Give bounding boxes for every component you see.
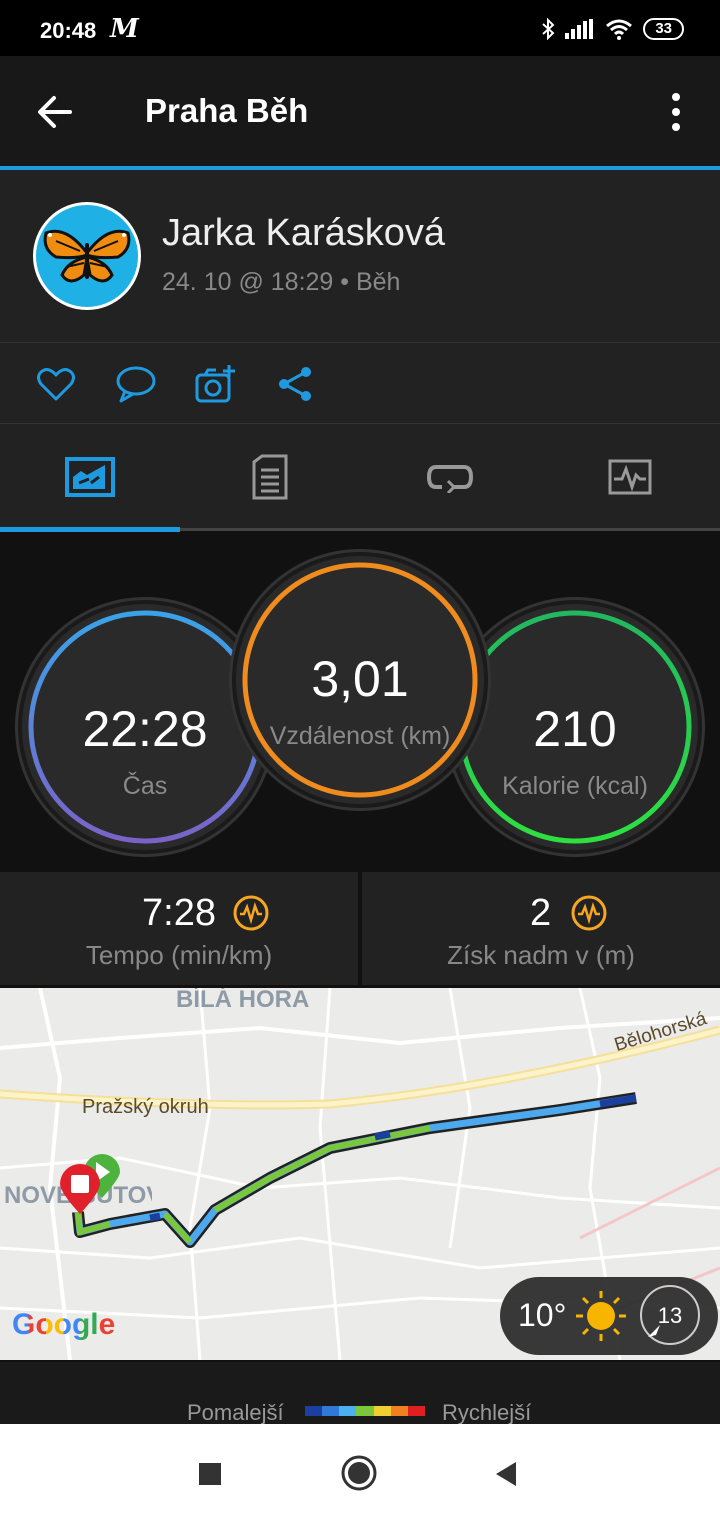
elevation-label: Získ nadm v (m) [447,940,635,970]
carrier-logo: M [110,14,139,44]
legend-slower: Pomalejší [187,1400,284,1425]
legend-faster: Rychlejší [442,1400,532,1425]
battery-icon: 33 [643,18,684,40]
sun-icon [576,1291,626,1341]
app-bar: Praha Běh [0,56,720,166]
legend-swatch [390,1406,408,1416]
legend-swatch [407,1406,425,1416]
pace-cell: 7:28 Tempo (min/km) [0,872,362,985]
calories-label: Kalorie (kcal) [502,772,648,800]
distance-value: 3,01 [311,651,409,707]
user-name: Jarka Karásková [162,212,446,254]
map-label-road-left: Pražský okruh [82,1096,209,1118]
activity-header: Jarka Karásková 24. 10 @ 18:29 • Běh [0,170,720,343]
distance-label: Vzdálenost (km) [269,722,451,750]
legend-gradient [305,1406,425,1416]
route-map[interactable]: BÍLÁ HORA NOVÉ BUTOVICE Pražský okruh Bě… [0,988,720,1360]
pace-legend: Pomalejší Rychlejší [0,1362,720,1425]
calories-ring: 210 Kalorie (kcal) [452,604,698,850]
tab-divider [180,528,720,531]
laps-icon [426,465,474,493]
distance-ring: 3,01 Vzdálenost (km) [236,556,484,804]
google-logo-text: Google [12,1308,116,1341]
back-nav-icon[interactable] [494,1460,518,1488]
comment-icon[interactable] [115,363,157,405]
recents-icon[interactable] [198,1462,222,1486]
signal-icon [565,19,594,39]
weather-badge[interactable]: 10° 13 [500,1277,718,1355]
calories-value: 210 [533,701,617,757]
pace-chart-icon[interactable] [232,894,270,932]
legend-swatch [356,1406,374,1416]
tab-overview[interactable] [0,424,180,530]
legend-swatch [322,1406,340,1416]
elevation-cell: 2 Získ nadm v (m) [362,872,720,985]
tab-bar [0,424,720,530]
bluetooth-icon [542,18,555,40]
time-ring: 22:28 Čas [22,604,268,850]
wind-compass-icon: 13 [640,1285,700,1345]
elevation-value: 2 [530,892,552,934]
end-marker-icon [60,1164,100,1214]
details-icon [252,454,288,500]
action-row [0,343,720,424]
google-logo: Google [12,1308,115,1342]
secondary-stats: 7:28 Tempo (min/km) 2 Získ nadm v (m) [0,872,720,985]
status-time: 20:48 [40,18,97,43]
legend-swatch [339,1406,357,1416]
share-icon[interactable] [275,363,317,405]
system-nav-bar [0,1424,720,1520]
butterfly-icon [43,229,131,283]
status-bar: 20:48 M 33 [0,0,720,56]
stats-panel: 22:28 Čas 210 Kalorie (kcal) 3,01 Vzdále… [0,532,720,872]
avatar[interactable] [33,202,141,310]
wifi-icon [606,19,633,40]
wind-direction-icon [648,1325,660,1337]
add-photo-icon[interactable] [195,363,237,405]
map-label-district: BÍLÁ HORA [176,988,310,1013]
status-icons: 33 [541,18,684,40]
time-label: Čas [122,772,168,800]
back-arrow-icon[interactable] [36,92,76,132]
elevation-chart-icon[interactable] [570,894,608,932]
pace-value: 7:28 [142,892,216,934]
like-icon[interactable] [35,363,77,405]
legend-swatch [373,1406,391,1416]
page-title: Praha Běh [145,92,309,129]
tab-charts[interactable] [540,424,720,530]
time-value: 22:28 [82,701,208,757]
legend-swatch [305,1406,323,1416]
weather-temperature: 10° [518,1297,567,1333]
charts-icon [608,459,652,495]
home-icon[interactable] [340,1454,378,1492]
more-options-icon[interactable] [664,92,688,132]
overview-icon [65,457,115,497]
pace-label: Tempo (min/km) [85,940,273,970]
activity-meta: 24. 10 @ 18:29 • Běh [162,268,401,296]
tab-laps[interactable] [360,424,540,530]
tab-details[interactable] [180,424,360,530]
